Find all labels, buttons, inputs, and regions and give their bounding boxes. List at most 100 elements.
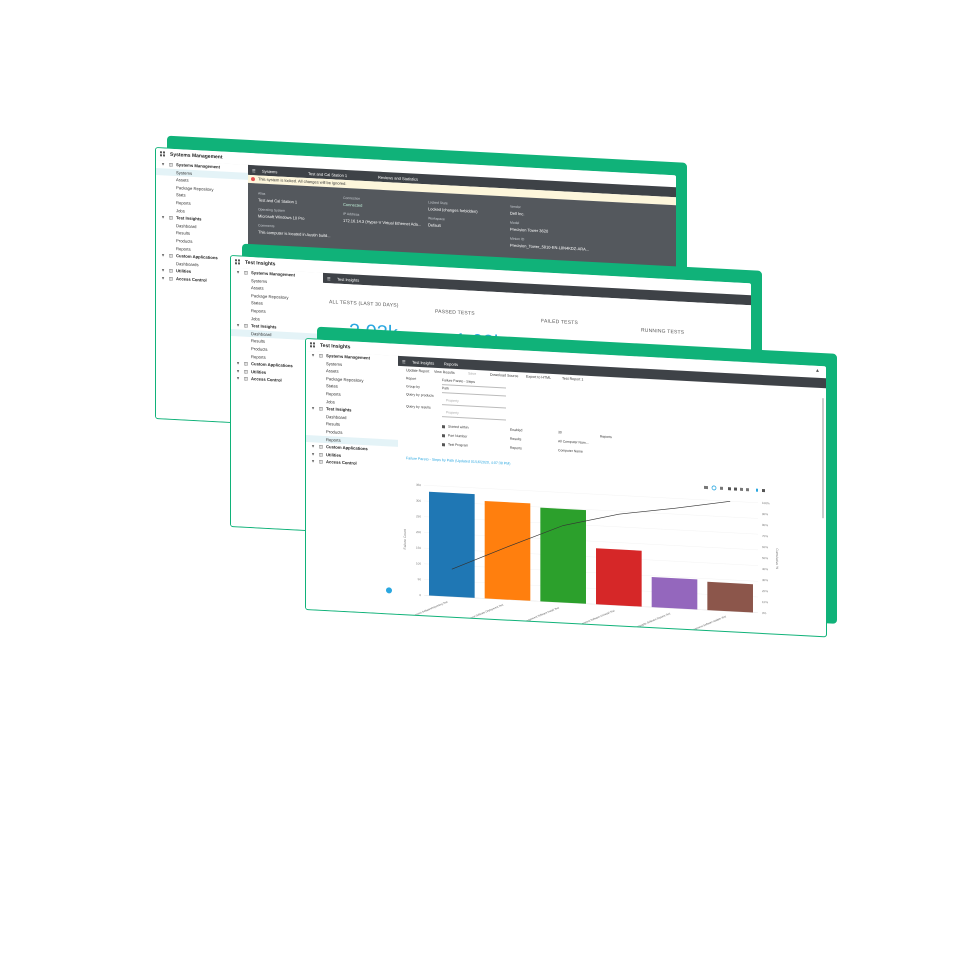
- y-tick-label: 100: [416, 561, 421, 565]
- chevron-down-icon[interactable]: ▾: [237, 375, 244, 383]
- menu-icon[interactable]: ☰: [402, 359, 406, 364]
- person-icon: ◫: [319, 352, 323, 358]
- breadcrumb-item[interactable]: Test and Cal Station 1: [308, 171, 347, 178]
- field-value: 172.16.14.3 (Hyper-V Virtual Ethernet Ad…: [343, 217, 422, 227]
- chevron-down-icon[interactable]: ▾: [162, 214, 169, 222]
- property-select[interactable]: Property: [446, 410, 459, 415]
- sidebar-group-label: Test Insights: [326, 406, 352, 413]
- x-tick-label: SystemsManagement.Software.Install.Test: [514, 605, 560, 627]
- filter-row[interactable]: Test Program: [442, 442, 469, 448]
- view-results-button[interactable]: View Results: [434, 370, 455, 375]
- menu-icon[interactable]: ☰: [252, 168, 256, 173]
- chevron-down-icon[interactable]: ▾: [162, 160, 169, 168]
- field-value: This computer is located in Austin build…: [258, 229, 331, 239]
- camera-icon[interactable]: [704, 485, 708, 490]
- checkbox-icon[interactable]: [442, 433, 445, 437]
- checkbox-icon[interactable]: [442, 442, 445, 446]
- breadcrumb-item[interactable]: Systems: [262, 169, 277, 175]
- report-name-field[interactable]: Test Report 1: [562, 376, 583, 381]
- filter-value[interactable]: All Computer Nam...: [558, 439, 589, 445]
- window-panel: Test Insights ▲ ▾ ◫ Systems Management Syst…: [305, 338, 827, 638]
- field-key: Operating System: [258, 207, 286, 213]
- zoom-out-icon[interactable]: [734, 487, 737, 491]
- chevron-down-icon[interactable]: ▾: [162, 274, 169, 282]
- update-report-button[interactable]: Update Report: [406, 368, 429, 373]
- chevron-down-icon[interactable]: ▾: [312, 458, 319, 466]
- field-key: Comments: [258, 223, 275, 229]
- breadcrumb-item[interactable]: Reviews and Statistics: [378, 175, 418, 182]
- zoom-in-icon[interactable]: [728, 487, 731, 491]
- bar[interactable]: [707, 581, 753, 613]
- chevron-down-icon[interactable]: ▾: [312, 351, 319, 359]
- sidebar-group-label: Systems Management: [326, 353, 370, 361]
- filter-value[interactable]: 30: [558, 430, 562, 434]
- checkbox-icon[interactable]: [442, 424, 445, 428]
- breadcrumb-item[interactable]: Test Insights: [412, 360, 434, 366]
- apps-grid-icon[interactable]: [310, 342, 316, 348]
- chevron-down-icon[interactable]: ▾: [237, 322, 244, 330]
- filter-row[interactable]: Started within: [442, 424, 469, 430]
- filter-row[interactable]: Part Number: [442, 433, 468, 439]
- filter-operator[interactable]: Reports: [510, 446, 522, 451]
- y2-tick-label: 60%: [762, 545, 768, 549]
- property-underline: [442, 416, 506, 421]
- chevron-down-icon[interactable]: ▾: [312, 405, 319, 413]
- download-source-button[interactable]: Download Source: [490, 373, 518, 378]
- filter-field: Part Number: [448, 433, 468, 439]
- export-html-button[interactable]: Export to HTML: [526, 375, 551, 380]
- bar[interactable]: [651, 576, 698, 610]
- x-tick-label: SystemsManagement.Software.Uninstall.Tes…: [566, 608, 615, 631]
- chevron-down-icon[interactable]: ▾: [162, 251, 169, 259]
- property-select[interactable]: Property: [446, 398, 459, 403]
- page-title: Test Insights: [337, 276, 360, 283]
- stacked-windows: Systems Management ▾ ◫ Systems Management S…: [0, 0, 980, 980]
- sidebar-group-label: Test Insights: [176, 215, 202, 222]
- bar[interactable]: [429, 491, 475, 598]
- sidebar-group-label: Utilities: [176, 268, 192, 275]
- filter-extra[interactable]: Reports: [600, 434, 612, 439]
- filter-operator[interactable]: Enabled: [510, 428, 522, 433]
- group-by-select[interactable]: Path: [442, 386, 449, 390]
- kpi-label: RUNNING TESTS: [641, 327, 685, 336]
- help-button[interactable]: [386, 587, 392, 594]
- y-tick-label: 150: [416, 546, 421, 550]
- sidebar-group-label: Custom Applications: [251, 361, 293, 369]
- warning-icon: [251, 177, 255, 182]
- y2-tick-label: 10%: [762, 600, 768, 604]
- filter-field: Test Program: [448, 442, 469, 448]
- bar[interactable]: [484, 500, 531, 601]
- field-value: Connected: [343, 201, 363, 208]
- zoom-icon[interactable]: [711, 485, 717, 491]
- reset-icon[interactable]: [746, 488, 749, 492]
- group-by-label: Group by: [406, 384, 420, 390]
- save-button[interactable]: Save: [468, 372, 476, 376]
- apps-grid-icon[interactable]: [160, 151, 166, 157]
- menu-icon[interactable]: ☰: [327, 276, 331, 281]
- field-value: Precision Tower 3620: [510, 226, 549, 234]
- sidebar-group-label: Access Control: [176, 276, 207, 283]
- spike-icon[interactable]: [756, 488, 758, 492]
- reports-main: ☰ Test Insights Reports Update Report Vi…: [398, 355, 826, 637]
- field-key: IP Address: [343, 211, 360, 217]
- filter-operator[interactable]: Results: [510, 437, 521, 442]
- y2-tick-label: 70%: [762, 534, 768, 538]
- chart-title-link[interactable]: Failure Pareto - Steps by Path (Updated …: [406, 456, 510, 465]
- sidebar-group-label: Utilities: [326, 451, 342, 458]
- filter-value[interactable]: Computer Name: [558, 448, 583, 453]
- y2-tick-label: 20%: [762, 589, 768, 593]
- chevron-down-icon[interactable]: ▾: [237, 268, 244, 276]
- sidebar-nav: ▾ ◫ Systems Management Systems Assets Package…: [306, 351, 398, 614]
- user-icon[interactable]: ▲: [815, 368, 820, 374]
- scrollbar[interactable]: [822, 398, 824, 519]
- apps-grid-icon[interactable]: [235, 259, 241, 265]
- bar[interactable]: [596, 548, 642, 607]
- compare-icon[interactable]: [762, 488, 765, 493]
- report-select[interactable]: Failure Pareto - Steps: [442, 378, 475, 384]
- window-title: Systems Management: [170, 151, 223, 161]
- query-by-results-label: Query by results: [406, 404, 431, 410]
- autoscale-icon[interactable]: [740, 487, 743, 491]
- field-value: Microsoft Windows 10 Pro: [258, 213, 305, 221]
- y-tick-label: 250: [416, 514, 421, 518]
- pan-icon[interactable]: [720, 486, 723, 490]
- breadcrumb-item[interactable]: Reports: [444, 361, 458, 367]
